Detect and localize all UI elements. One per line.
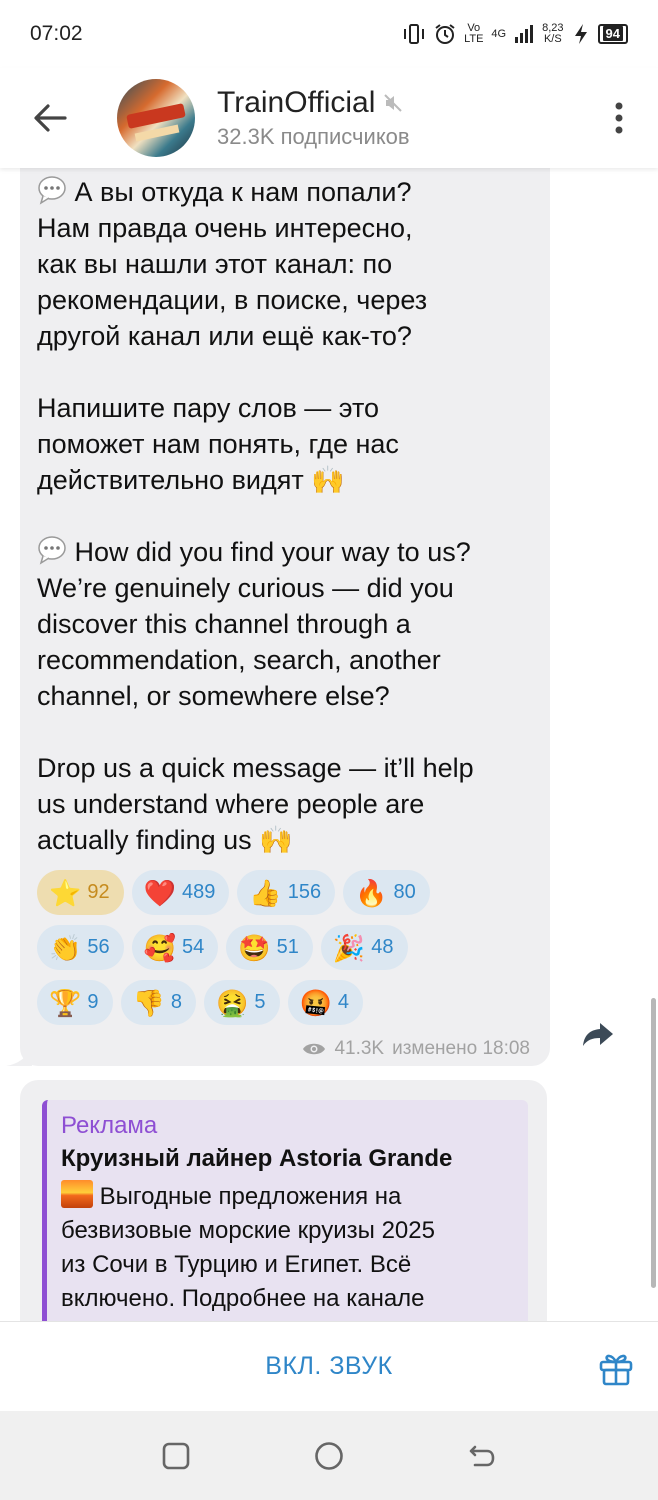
reaction-party[interactable]: 🎉 48 — [320, 925, 408, 970]
alarm-icon — [435, 24, 455, 44]
star-icon: ⭐ — [49, 877, 82, 908]
status-bar: 07:02 Vo LTE 4G 8,23 K/S 94 — [0, 0, 658, 68]
reaction-count: 92 — [87, 881, 110, 903]
share-icon — [583, 1023, 613, 1046]
love-face-icon: 🥰 — [143, 932, 176, 963]
share-button[interactable] — [578, 1014, 618, 1054]
thumbs-up-icon: 👍 — [249, 877, 282, 908]
back-arrow-icon — [34, 104, 67, 132]
message-meta: 41.3K изменено 18:08 — [302, 1038, 530, 1060]
ad-bubble[interactable]: Реклама Круизный лайнер Astoria Grande В… — [20, 1080, 547, 1321]
net-speed: 8,23 K/S — [542, 22, 564, 45]
volte-indicator: Vo LTE — [464, 22, 484, 45]
nav-back-button[interactable] — [462, 1436, 502, 1476]
reaction-vomit[interactable]: 🤮 5 — [204, 980, 280, 1025]
status-time: 07:02 — [30, 22, 83, 45]
unmute-button[interactable]: ВКЛ. ЗВУК — [265, 1352, 392, 1381]
clap-icon: 👏 — [49, 932, 82, 963]
vibrate-icon — [404, 24, 425, 44]
sponsored-card[interactable]: Реклама Круизный лайнер Astoria Grande В… — [42, 1100, 528, 1321]
bottom-bar: ВКЛ. ЗВУК — [0, 1321, 658, 1411]
message-en-p1: How did you find your way to us? We’re g… — [37, 537, 471, 711]
reaction-star[interactable]: ⭐ 92 — [37, 870, 124, 915]
reaction-clap[interactable]: 👏 56 — [37, 925, 124, 970]
eye-icon — [303, 1043, 326, 1055]
battery-indicator: 94 — [597, 24, 628, 44]
reactions: ⭐ 92 ❤️ 489 👍 156 🔥 80 👏 56 🥰 54 🤩 51 🎉 48 🏆 9 👎 8… — [37, 870, 537, 1035]
reaction-count: 56 — [87, 936, 110, 958]
message-text: А вы откуда к нам попали? Нам правда оче… — [37, 174, 547, 858]
system-nav-bar — [0, 1411, 658, 1500]
ad-title: Круизный лайнер Astoria Grande — [61, 1145, 453, 1172]
channel-name: TrainOfficial — [217, 86, 376, 119]
reaction-count: 54 — [182, 936, 205, 958]
more-vertical-icon — [615, 102, 623, 134]
ad-text: Выгодные предложения на безвизовые морск… — [61, 1180, 528, 1316]
nav-home-icon — [315, 1441, 343, 1470]
reaction-count: 51 — [276, 936, 299, 958]
reaction-count: 80 — [393, 881, 416, 903]
speech-bubble-icon — [38, 536, 66, 565]
reaction-count: 8 — [170, 991, 182, 1013]
mute-icon — [384, 94, 403, 112]
fire-icon: 🔥 — [355, 877, 388, 908]
raised-hands-emoji: 🙌 — [311, 465, 345, 495]
nav-home-button[interactable] — [309, 1436, 349, 1476]
vomit-face-icon: 🤮 — [216, 987, 249, 1018]
reaction-cursing[interactable]: 🤬 4 — [287, 980, 363, 1025]
charging-icon — [574, 24, 587, 44]
reaction-thumbs-up[interactable]: 👍 156 — [237, 870, 336, 915]
reaction-star-struck[interactable]: 🤩 51 — [226, 925, 313, 970]
reaction-count: 9 — [87, 991, 99, 1013]
trophy-icon: 🏆 — [49, 987, 82, 1018]
reaction-count: 4 — [337, 991, 349, 1013]
star-struck-icon: 🤩 — [238, 932, 271, 963]
back-button[interactable] — [0, 68, 100, 168]
message-en-p2: Drop us a quick message — it’ll help us … — [37, 753, 474, 855]
nav-back-icon — [469, 1445, 494, 1466]
signal-icon — [515, 25, 534, 43]
more-menu-button[interactable] — [604, 98, 634, 138]
party-popper-icon: 🎉 — [332, 932, 366, 963]
subscriber-count: 32.3K подписчиков — [217, 124, 410, 149]
ad-label: Реклама — [61, 1112, 158, 1139]
chat-header: TrainOfficial 32.3K подписчиков — [0, 68, 658, 168]
reaction-trophy[interactable]: 🏆 9 — [37, 980, 113, 1025]
nav-recents-button[interactable] — [156, 1436, 196, 1476]
gift-icon — [599, 1354, 633, 1386]
chat-area[interactable]: А вы откуда к нам попали? Нам правда оче… — [0, 168, 658, 1321]
reaction-heart[interactable]: ❤️ 489 — [131, 870, 230, 915]
sunset-icon — [61, 1180, 93, 1208]
thumbs-down-icon: 👎 — [132, 987, 165, 1018]
speech-bubble-icon — [38, 176, 66, 205]
edited-time: изменено 18:08 — [392, 1038, 530, 1059]
channel-info[interactable]: TrainOfficial 32.3K подписчиков — [217, 86, 410, 150]
reaction-thumbs-down[interactable]: 👎 8 — [120, 980, 196, 1025]
reaction-count: 489 — [182, 881, 216, 903]
heart-icon: ❤️ — [143, 877, 176, 908]
reaction-love-face[interactable]: 🥰 54 — [131, 925, 219, 970]
reaction-count: 5 — [254, 991, 266, 1013]
reaction-fire[interactable]: 🔥 80 — [343, 870, 430, 915]
raised-hands-emoji: 🙌 — [259, 825, 293, 855]
cursing-face-icon: 🤬 — [299, 987, 332, 1018]
scrollbar[interactable] — [651, 998, 656, 1288]
gift-button[interactable] — [596, 1348, 636, 1388]
message-ru-p1: А вы откуда к нам попали? Нам правда оче… — [37, 177, 428, 351]
reaction-count: 156 — [287, 881, 322, 903]
nav-recents-icon — [163, 1442, 190, 1469]
view-count: 41.3K — [334, 1038, 385, 1059]
channel-avatar[interactable] — [117, 79, 195, 157]
network-gen: 4G — [491, 27, 507, 40]
reaction-count: 48 — [371, 936, 394, 958]
bubble-tail — [6, 1048, 32, 1066]
status-icons: Vo LTE 4G 8,23 K/S 94 — [402, 23, 628, 45]
